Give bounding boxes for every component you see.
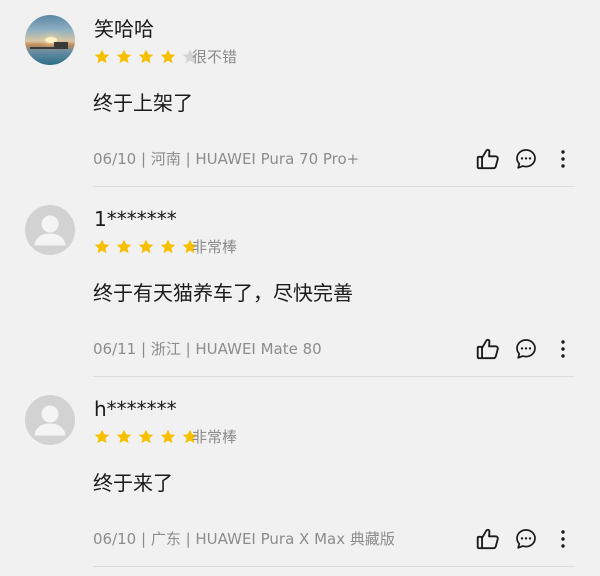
divider [93,186,575,187]
more-vertical-icon [561,150,565,168]
star-filled-icon [116,49,132,64]
star-filled-icon [94,49,110,64]
rating-label: 非常棒 [192,238,238,256]
rating-label: 很不错 [192,48,238,66]
review-username[interactable]: 笑哈哈 [94,16,154,42]
more-button[interactable] [548,334,578,364]
star-filled-icon [138,239,154,254]
more-vertical-icon [561,340,565,358]
star-filled-icon [138,429,154,444]
like-button[interactable] [473,524,503,554]
comment-button[interactable] [511,334,541,364]
review-username[interactable]: 1******* [94,206,177,232]
default-user-icon [34,215,66,246]
star-filled-icon [94,429,110,444]
comment-button[interactable] [511,144,541,174]
star-filled-icon [116,429,132,444]
review-meta: 06/11 | 浙江 | HUAWEI Mate 80 [93,340,322,358]
divider [93,376,575,377]
star-rating [93,237,203,257]
review-meta: 06/10 | 河南 | HUAWEI Pura 70 Pro+ [93,150,360,168]
like-button[interactable] [473,144,503,174]
review-text: 终于上架了 [93,91,193,115]
star-rating [93,47,203,67]
star-filled-icon [160,239,176,254]
star-filled-icon [160,429,176,444]
default-user-icon [34,405,66,436]
more-vertical-icon [561,530,565,548]
review-item: 笑哈哈 很不错 终于上架了 06/10 | 河南 | HUAWEI Pura 7… [0,0,600,190]
review-item: h******* 非常棒 终于来了 06/10 | 广东 | HUAWEI Pu… [0,380,600,570]
star-filled-icon [160,49,176,64]
review-text: 终于有天猫养车了，尽快完善 [93,281,353,305]
rating-label: 非常棒 [192,428,238,446]
avatar[interactable] [25,205,75,255]
comment-bubble-icon [516,529,536,549]
avatar[interactable] [25,15,75,65]
star-filled-icon [116,239,132,254]
divider [93,566,575,567]
star-rating [93,427,203,447]
review-meta: 06/10 | 广东 | HUAWEI Pura X Max 典藏版 [93,530,395,548]
review-username[interactable]: h******* [94,396,177,422]
thumbs-up-icon [476,528,499,550]
thumbs-up-icon [476,148,499,170]
comment-bubble-icon [516,339,536,359]
star-filled-icon [94,239,110,254]
thumbs-up-icon [476,338,499,360]
like-button[interactable] [473,334,503,364]
comment-button[interactable] [511,524,541,554]
avatar[interactable] [25,395,75,445]
comment-bubble-icon [516,149,536,169]
review-text: 终于来了 [93,471,173,495]
star-filled-icon [138,49,154,64]
more-button[interactable] [548,144,578,174]
more-button[interactable] [548,524,578,554]
avatar-pier-shape [30,47,68,49]
review-item: 1******* 非常棒 终于有天猫养车了，尽快完善 06/11 | 浙江 | … [0,190,600,380]
